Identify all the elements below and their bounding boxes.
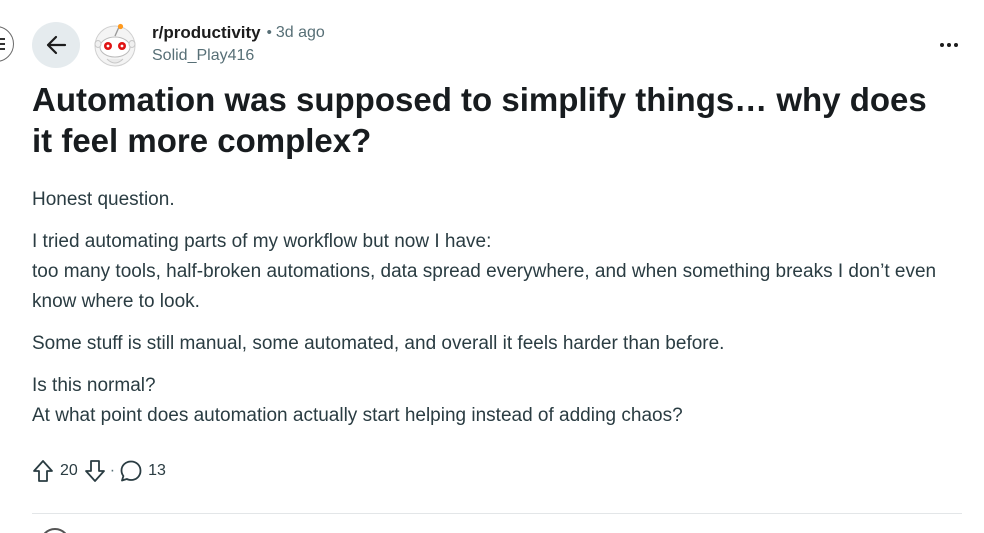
back-button[interactable] — [32, 22, 80, 68]
section-divider — [32, 513, 962, 514]
post-title: Automation was supposed to simplify thin… — [32, 81, 927, 159]
body-line: I tried automating parts of my workflow … — [32, 231, 492, 252]
comment-bubble-icon — [120, 460, 142, 482]
subreddit-avatar[interactable] — [92, 22, 138, 68]
arrow-left-icon — [46, 35, 67, 55]
next-comment-avatar — [40, 528, 70, 533]
vote-score: 20 — [60, 462, 78, 479]
downvote-arrow-icon — [84, 460, 105, 482]
comments-button[interactable] — [119, 459, 143, 483]
body-paragraph: Honest question. — [32, 185, 962, 215]
subreddit-link[interactable]: r/productivity — [152, 22, 261, 44]
body-paragraph: Some stuff is still manual, some automat… — [32, 329, 962, 359]
meta-separator: • — [266, 24, 272, 41]
upvote-button[interactable] — [32, 459, 54, 483]
more-options-button[interactable] — [930, 32, 968, 58]
body-line: Is this normal? — [32, 375, 156, 396]
author-link[interactable]: Solid_Play416 — [152, 45, 325, 67]
actions-separator: · — [109, 462, 116, 479]
hamburger-menu-icon — [0, 38, 5, 50]
post-body: Honest question. I tried automating part… — [32, 185, 962, 443]
ellipsis-icon — [940, 43, 958, 47]
post-meta: r/productivity • 3d ago Solid_Play416 — [152, 22, 325, 67]
body-paragraph: I tried automating parts of my workflow … — [32, 227, 962, 317]
downvote-button[interactable] — [84, 459, 106, 483]
post-actions: 20 · 13 — [32, 458, 166, 484]
body-line: too many tools, half-broken automations,… — [32, 261, 937, 312]
comment-count[interactable]: 13 — [148, 462, 166, 480]
upvote-arrow-icon — [33, 460, 53, 482]
post-timestamp[interactable]: 3d ago — [276, 22, 325, 44]
menu-button[interactable] — [0, 26, 14, 62]
body-paragraph: Is this normal? At what point does autom… — [32, 371, 962, 431]
snoo-avatar-icon — [94, 23, 136, 67]
body-line: Some stuff is still manual, some automat… — [32, 333, 725, 354]
body-line: Honest question. — [32, 189, 175, 210]
body-line: At what point does automation actually s… — [32, 405, 683, 426]
